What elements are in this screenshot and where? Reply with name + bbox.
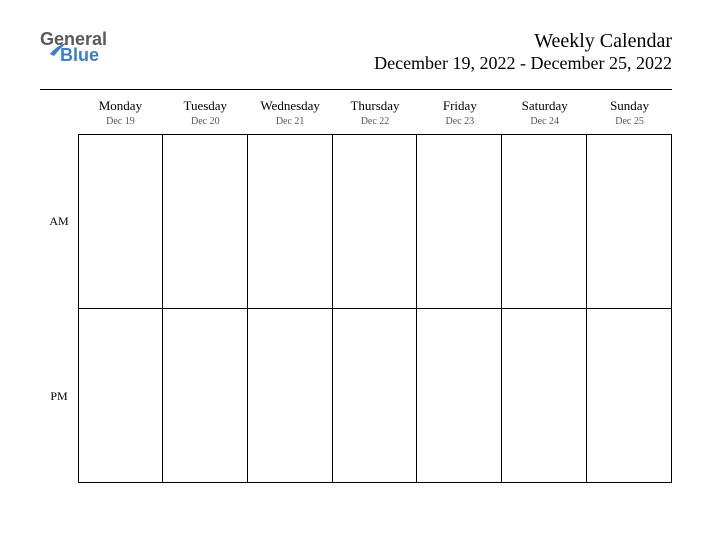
calendar-cell: [162, 134, 248, 309]
calendar-cell: [247, 134, 333, 309]
day-name: Sunday: [587, 98, 672, 114]
day-header: Monday Dec 19: [78, 96, 163, 134]
title-block: Weekly Calendar December 19, 2022 - Dece…: [374, 30, 672, 74]
day-name: Wednesday: [248, 98, 333, 114]
calendar-cell: [78, 134, 163, 309]
day-date: Dec 20: [163, 116, 248, 127]
divider: [40, 89, 672, 90]
header: General Blue Weekly Calendar December 19…: [40, 30, 672, 74]
day-name: Monday: [78, 98, 163, 114]
days-grid: Monday Dec 19 Tuesday Dec 20 Wednesday D…: [78, 96, 672, 484]
period-am: AM: [40, 134, 78, 309]
calendar: AM PM Monday Dec 19 Tuesday Dec 20 Wedne…: [40, 96, 672, 484]
calendar-cell: [586, 308, 672, 483]
day-name: Saturday: [502, 98, 587, 114]
swoosh-icon: [50, 40, 72, 56]
calendar-cell: [416, 308, 502, 483]
calendar-cell: [247, 308, 333, 483]
calendar-cell: [332, 134, 418, 309]
period-pm: PM: [40, 309, 78, 484]
day-date: Dec 23: [417, 116, 502, 127]
calendar-cell: [586, 134, 672, 309]
day-header: Friday Dec 23: [417, 96, 502, 134]
page-title: Weekly Calendar: [374, 30, 672, 53]
day-name: Friday: [417, 98, 502, 114]
day-header: Sunday Dec 25: [587, 96, 672, 134]
day-header: Thursday Dec 22: [333, 96, 418, 134]
calendar-cell: [501, 134, 587, 309]
day-header: Saturday Dec 24: [502, 96, 587, 134]
day-header: Wednesday Dec 21: [248, 96, 333, 134]
day-date: Dec 24: [502, 116, 587, 127]
calendar-cell: [332, 308, 418, 483]
time-column: AM PM: [40, 96, 78, 484]
logo: General Blue: [40, 30, 107, 64]
calendar-cell: [162, 308, 248, 483]
calendar-cell: [416, 134, 502, 309]
date-range: December 19, 2022 - December 25, 2022: [374, 53, 672, 74]
calendar-cell: [78, 308, 163, 483]
day-date: Dec 25: [587, 116, 672, 127]
day-name: Tuesday: [163, 98, 248, 114]
day-date: Dec 19: [78, 116, 163, 127]
day-name: Thursday: [333, 98, 418, 114]
day-date: Dec 22: [333, 116, 418, 127]
time-column-spacer: [40, 96, 78, 134]
calendar-cell: [501, 308, 587, 483]
day-date: Dec 21: [248, 116, 333, 127]
day-header: Tuesday Dec 20: [163, 96, 248, 134]
